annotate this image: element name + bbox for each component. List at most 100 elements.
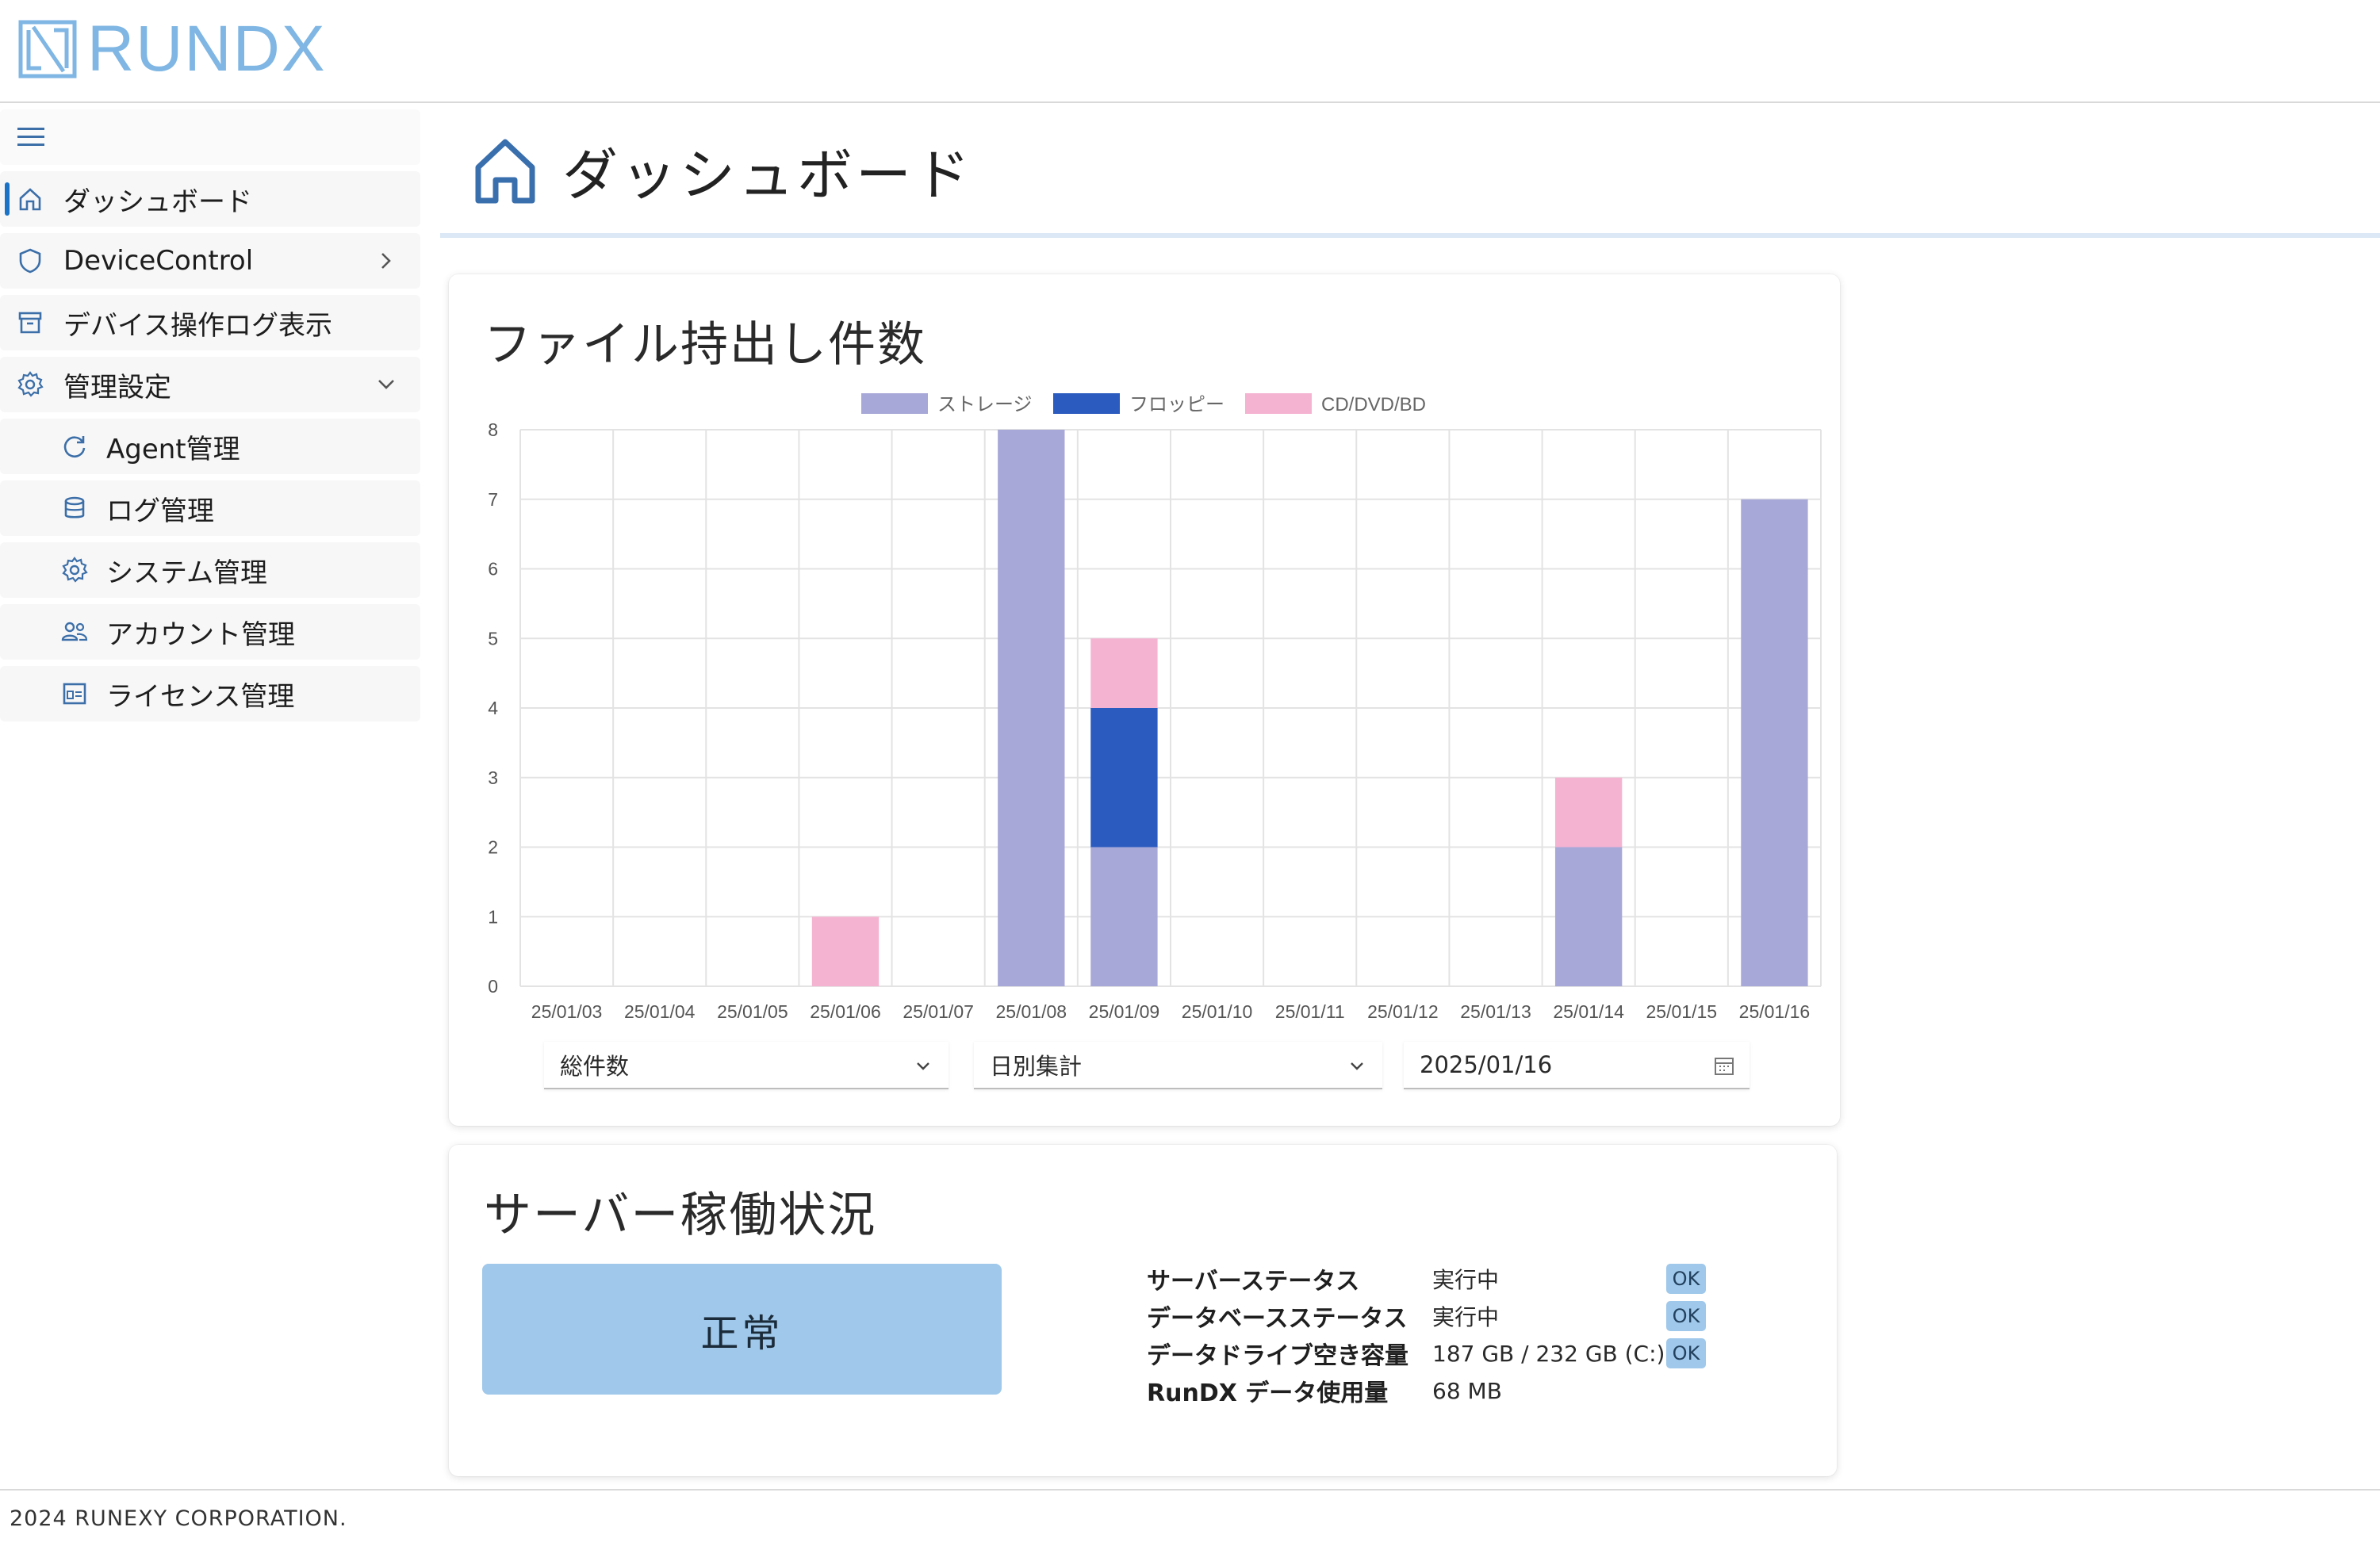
sidebar-item-devicecontrol[interactable]: DeviceControl: [0, 233, 420, 289]
sidebar-item-label: ライセンス管理: [106, 680, 295, 713]
x-tick-label: 25/01/06: [810, 1001, 881, 1022]
sidebar-item-label: デバイス操作ログ表示: [63, 309, 332, 342]
y-tick-label: 8: [488, 419, 498, 440]
home-icon: [475, 139, 535, 204]
y-tick-label: 3: [488, 767, 498, 788]
legend-swatch: [1053, 393, 1120, 414]
page-title: ダッシュボード: [472, 127, 973, 214]
overall-status-label: 正常: [700, 1311, 784, 1356]
legend-label: フロッピー: [1129, 394, 1224, 415]
x-tick-label: 25/01/11: [1275, 1001, 1345, 1022]
x-tick-label: 25/01/09: [1089, 1001, 1160, 1022]
y-tick-label: 4: [488, 698, 498, 718]
sidebar-item-label: 管理設定: [63, 371, 171, 404]
x-tick-label: 25/01/04: [624, 1001, 696, 1022]
y-tick-label: 6: [488, 559, 498, 580]
count-type-select[interactable]: 総件数: [544, 1042, 949, 1089]
x-tick-label: 25/01/07: [903, 1001, 974, 1022]
sidebar-item-system[interactable]: システム管理: [0, 542, 420, 598]
legend-swatch: [1245, 393, 1312, 414]
count-type-value: 総件数: [560, 1053, 630, 1080]
chevron-down-icon: [917, 1062, 929, 1070]
bar-storage: [1741, 499, 1808, 986]
x-tick-label: 25/01/12: [1367, 1001, 1439, 1022]
bar-storage: [1090, 847, 1158, 986]
bar-cd-dvd-bd: [811, 917, 880, 986]
refresh-icon: [57, 429, 92, 464]
bar-storage: [1554, 847, 1623, 986]
sidebar-toggle-row: [0, 109, 420, 165]
bar-floppy: [1090, 708, 1158, 848]
sidebar-item-label: アカウント管理: [106, 618, 295, 651]
app-logo[interactable]: RUNDX: [17, 13, 327, 85]
sidebar-item-label: Agent管理: [106, 433, 240, 465]
x-tick-label: 25/01/05: [717, 1001, 788, 1022]
sidebar-item-account[interactable]: アカウント管理: [0, 604, 420, 660]
title-divider: [440, 233, 2380, 238]
x-tick-label: 25/01/15: [1646, 1001, 1718, 1022]
status-value: 実行中: [1432, 1304, 1500, 1330]
copyright-text: 2024 RUNEXY CORPORATION.: [10, 1506, 347, 1531]
sidebar-item-label: ダッシュボード: [63, 186, 252, 218]
sidebar: ダッシュボード DeviceControl デバイス操作ログ表示 管理設定 Ag…: [0, 106, 424, 721]
bar-storage: [998, 430, 1065, 986]
status-label: データベースステータス: [1147, 1305, 1408, 1333]
y-tick-label: 0: [488, 976, 498, 997]
gear-icon: [13, 367, 48, 402]
legend-swatch: [861, 393, 928, 414]
bar-cd-dvd-bd: [1554, 777, 1623, 848]
file-export-chart: 0 1 2 3 4 5 6 7 8 25/01/03 25/01/04 25/01/05 25/01/0…: [488, 393, 1822, 1022]
logo-text: RUNDX: [87, 13, 327, 85]
legend-label: CD/DVD/BD: [1321, 394, 1426, 415]
x-tick-label: 25/01/13: [1460, 1001, 1531, 1022]
page-title-text: ダッシュボード: [562, 142, 973, 208]
home-icon: [13, 182, 48, 216]
x-tick-label: 25/01/08: [996, 1001, 1067, 1022]
status-value: 68 MB: [1432, 1377, 1502, 1404]
x-tick-label: 25/01/10: [1182, 1001, 1253, 1022]
sidebar-item-label: システム管理: [106, 557, 267, 589]
sidebar-item-license[interactable]: ライセンス管理: [0, 666, 420, 721]
status-badge: OK: [1666, 1264, 1706, 1294]
period-select[interactable]: 日別集計: [974, 1042, 1382, 1089]
date-value: 2025/01/16: [1420, 1051, 1553, 1078]
status-label: データドライブ空き容量: [1147, 1342, 1408, 1370]
hamburger-menu-icon[interactable]: [16, 125, 46, 149]
status-value: 187 GB / 232 GB (C:): [1432, 1340, 1665, 1367]
y-tick-label: 1: [488, 906, 498, 927]
status-badge: OK: [1666, 1301, 1706, 1331]
calendar-icon[interactable]: [1713, 1054, 1735, 1077]
overall-status-button[interactable]: 正常: [482, 1264, 1002, 1395]
sidebar-item-device-log[interactable]: デバイス操作ログ表示: [0, 295, 420, 350]
bar-cd-dvd-bd: [1090, 638, 1158, 708]
license-icon: [57, 676, 92, 711]
sidebar-item-admin-settings[interactable]: 管理設定: [0, 357, 420, 412]
server-status-card: サーバー稼働状況 正常 サーバーステータス 実行中 OK データベースステータス…: [449, 1145, 1837, 1476]
status-value: 実行中: [1432, 1267, 1500, 1293]
sidebar-item-label: ログ管理: [106, 495, 214, 527]
date-input[interactable]: 2025/01/16: [1404, 1042, 1750, 1089]
gear-icon: [57, 553, 92, 587]
top-bar: RUNDX: [0, 0, 2380, 103]
sidebar-item-dashboard[interactable]: ダッシュボード: [0, 171, 420, 227]
sidebar-item-agent[interactable]: Agent管理: [0, 419, 420, 474]
archive-icon: [13, 305, 48, 340]
status-label: サーバーステータス: [1147, 1268, 1360, 1295]
legend-label: ストレージ: [937, 394, 1033, 415]
x-tick-label: 25/01/14: [1553, 1001, 1624, 1022]
status-label: RunDX データ使用量: [1147, 1380, 1389, 1407]
y-tick-label: 7: [488, 489, 498, 510]
status-badge: OK: [1666, 1338, 1706, 1368]
active-indicator: [5, 182, 10, 216]
logo-mark-icon: [18, 20, 77, 78]
y-tick-label: 5: [488, 628, 498, 649]
period-value: 日別集計: [990, 1053, 1083, 1080]
server-status-card-title: サーバー稼働状況: [484, 1188, 877, 1243]
footer: 2024 RUNEXY CORPORATION.: [0, 1489, 2380, 1546]
y-tick-label: 2: [488, 837, 498, 858]
database-icon: [57, 491, 92, 526]
x-tick-label: 25/01/16: [1739, 1001, 1811, 1022]
shield-icon: [13, 243, 48, 278]
sidebar-item-log-management[interactable]: ログ管理: [0, 480, 420, 536]
users-icon: [57, 614, 92, 649]
